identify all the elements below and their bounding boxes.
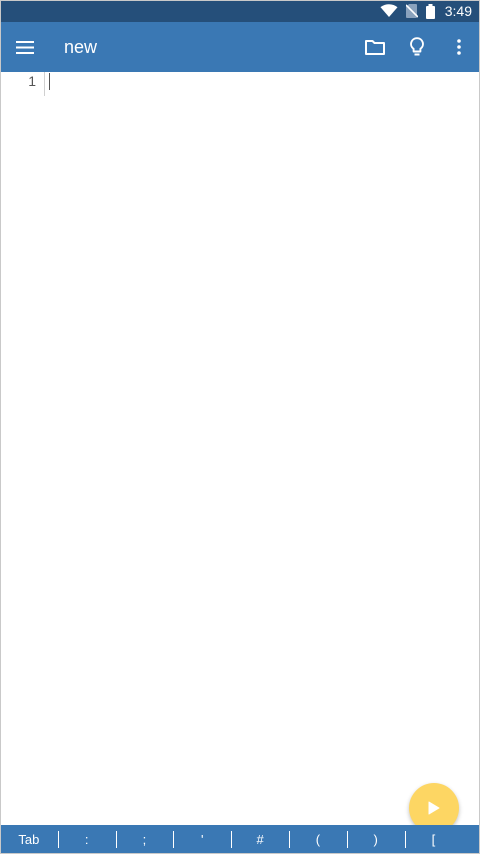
- key-tab[interactable]: Tab: [0, 825, 58, 854]
- lightbulb-icon: [410, 37, 424, 56]
- more-options-button[interactable]: [438, 25, 480, 69]
- code-editor[interactable]: 1: [0, 72, 480, 825]
- key-apostrophe[interactable]: ': [173, 825, 231, 854]
- line-gutter: 1: [0, 72, 44, 825]
- page-title: new: [64, 36, 98, 57]
- key-hash[interactable]: #: [231, 825, 289, 854]
- key-close-paren[interactable]: ): [346, 825, 405, 854]
- folder-icon: [365, 40, 385, 55]
- extra-keys-bar: Tab : ; ' # ( ) [: [0, 825, 480, 854]
- key-open-paren[interactable]: (: [288, 825, 347, 854]
- gutter-divider: [44, 72, 45, 96]
- line-number: 1: [28, 73, 36, 89]
- editor-content[interactable]: [50, 72, 480, 825]
- wifi-icon: [380, 4, 398, 17]
- app-bar-actions: [354, 25, 480, 69]
- no-sim-icon: [405, 4, 418, 18]
- more-vert-icon: [457, 39, 461, 55]
- battery-icon: [425, 3, 435, 19]
- menu-button[interactable]: [3, 25, 47, 69]
- hint-button[interactable]: [396, 25, 438, 69]
- status-bar: 3:49: [0, 0, 480, 22]
- status-time: 3:49: [444, 3, 472, 19]
- play-icon: [428, 801, 440, 815]
- key-open-bracket[interactable]: [: [404, 825, 463, 854]
- app-bar: new: [0, 22, 480, 72]
- key-semicolon[interactable]: ;: [115, 825, 174, 854]
- open-folder-button[interactable]: [354, 25, 396, 69]
- menu-icon: [16, 40, 34, 54]
- key-colon[interactable]: :: [57, 825, 116, 854]
